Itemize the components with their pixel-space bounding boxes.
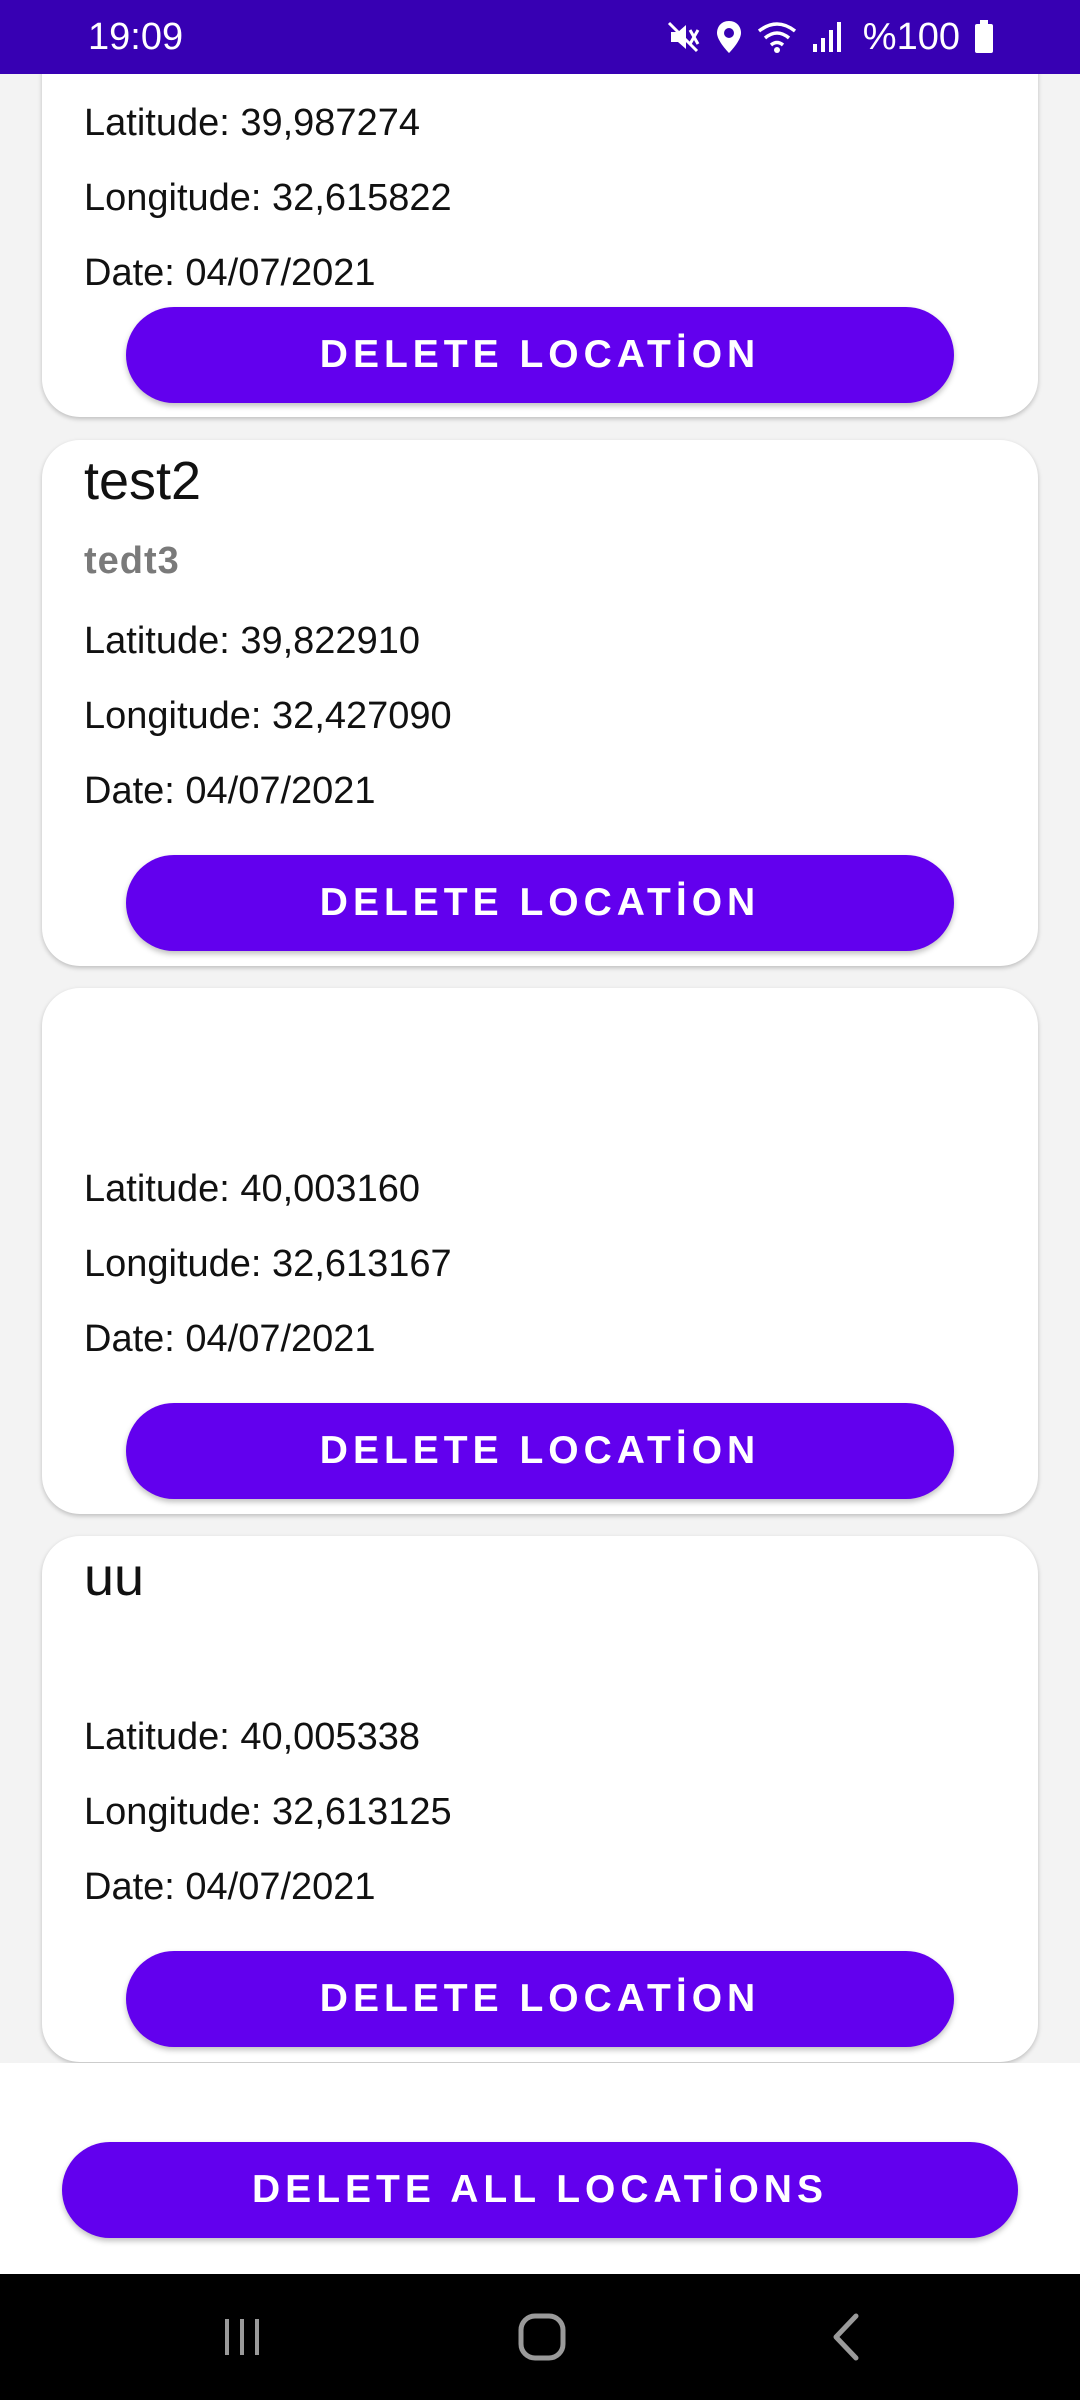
location-name: test2 [84, 451, 202, 511]
status-time: 19:09 [88, 15, 184, 58]
date-text: Date: 04/07/2021 [84, 770, 376, 812]
delete-location-button[interactable]: DELETE LOCATİON [126, 1403, 954, 1499]
recents-icon[interactable] [200, 2274, 284, 2400]
signal-icon [811, 20, 843, 54]
location-card: Latitude: 39,987274 Longitude: 32,615822… [42, 74, 1038, 417]
latitude-text: Latitude: 40,003160 [84, 1168, 420, 1210]
delete-location-button[interactable]: DELETE LOCATİON [126, 855, 954, 951]
latitude-text: Latitude: 39,822910 [84, 620, 420, 662]
latitude-text: Latitude: 40,005338 [84, 1716, 420, 1758]
location-icon [715, 19, 743, 55]
status-bar: 19:09 %100 [0, 0, 1080, 74]
location-list[interactable]: Latitude: 39,987274 Longitude: 32,615822… [0, 74, 1080, 2063]
longitude-text: Longitude: 32,615822 [84, 177, 452, 219]
bottom-action-area: DELETE ALL LOCATİONS [0, 2063, 1080, 2274]
location-card: uu Latitude: 40,005338 Longitude: 32,613… [42, 1536, 1038, 2062]
home-icon[interactable] [500, 2274, 584, 2400]
location-description: tedt3 [84, 540, 180, 582]
back-icon[interactable] [804, 2274, 888, 2400]
status-icons: %100 [665, 16, 994, 59]
battery-percentage: %100 [862, 15, 960, 58]
battery-icon [974, 20, 994, 54]
delete-all-locations-button[interactable]: DELETE ALL LOCATİONS [62, 2142, 1018, 2238]
longitude-text: Longitude: 32,613125 [84, 1791, 452, 1833]
navigation-bar [0, 2274, 1080, 2400]
date-text: Date: 04/07/2021 [84, 252, 376, 294]
date-text: Date: 04/07/2021 [84, 1866, 376, 1908]
mute-icon [665, 19, 701, 55]
location-name: uu [84, 1547, 145, 1607]
latitude-text: Latitude: 39,987274 [84, 102, 420, 144]
location-card: test2 tedt3 Latitude: 39,822910 Longitud… [42, 440, 1038, 966]
date-text: Date: 04/07/2021 [84, 1318, 376, 1360]
longitude-text: Longitude: 32,613167 [84, 1243, 452, 1285]
delete-location-button[interactable]: DELETE LOCATİON [126, 1951, 954, 2047]
wifi-icon [757, 19, 797, 55]
delete-location-button[interactable]: DELETE LOCATİON [126, 307, 954, 403]
longitude-text: Longitude: 32,427090 [84, 695, 452, 737]
location-card: Latitude: 40,003160 Longitude: 32,613167… [42, 988, 1038, 1514]
